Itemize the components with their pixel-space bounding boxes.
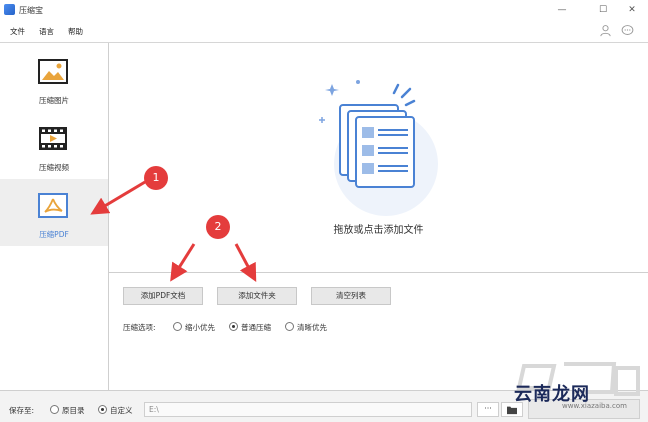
video-icon <box>39 127 67 150</box>
sidebar: 压缩图片 压缩视频 压缩PDF <box>0 43 109 390</box>
compress-options-label: 压缩选项: <box>123 323 156 332</box>
save-path-input[interactable] <box>144 402 472 417</box>
add-files-illustration-icon <box>319 80 438 216</box>
minimize-button[interactable]: — <box>550 2 574 18</box>
menu-language[interactable]: 语言 <box>39 26 54 37</box>
radio-label: 普通压缩 <box>241 323 271 332</box>
app-logo-icon <box>4 4 15 15</box>
radio-label: 原目录 <box>62 406 85 415</box>
annotation-marker-2: 2 <box>206 215 230 239</box>
radio-normal[interactable] <box>229 322 238 331</box>
radio-smaller-first[interactable] <box>173 322 182 331</box>
radio-label: 自定义 <box>110 406 133 415</box>
radio-custom-dir[interactable] <box>98 405 107 414</box>
close-button[interactable]: ✕ <box>620 2 644 18</box>
clear-list-button[interactable]: 清空列表 <box>311 287 391 305</box>
watermark-url: www.xiazaiba.com <box>562 402 627 410</box>
radio-label: 清晰优先 <box>297 323 327 332</box>
maximize-button[interactable]: ☐ <box>591 2 615 18</box>
sidebar-item-compress-pdf[interactable]: 压缩PDF <box>0 179 108 246</box>
sidebar-item-label: 压缩PDF <box>39 230 69 239</box>
radio-label: 缩小优先 <box>185 323 215 332</box>
sidebar-item-label: 压缩图片 <box>39 96 69 105</box>
save-to-label: 保存至: <box>9 406 35 415</box>
sidebar-item-compress-image[interactable]: 压缩图片 <box>0 45 108 112</box>
annotation-marker-1: 1 <box>144 166 168 190</box>
file-drop-area[interactable]: 拖放或点击添加文件 <box>109 43 648 273</box>
user-icon[interactable] <box>599 24 612 37</box>
radio-clarity-first[interactable] <box>285 322 294 331</box>
sidebar-item-label: 压缩视频 <box>39 163 69 172</box>
pdf-icon <box>38 193 68 218</box>
sidebar-item-compress-video[interactable]: 压缩视频 <box>0 112 108 179</box>
chat-icon[interactable] <box>621 24 634 37</box>
drop-hint-text: 拖放或点击添加文件 <box>333 225 424 236</box>
menu-file[interactable]: 文件 <box>10 26 25 37</box>
title-bar: 压缩宝 — ☐ ✕ <box>0 0 648 20</box>
add-folder-button[interactable]: 添加文件夹 <box>217 287 297 305</box>
add-pdf-button[interactable]: 添加PDF文档 <box>123 287 203 305</box>
radio-original-dir[interactable] <box>50 405 59 414</box>
browse-button[interactable]: ··· <box>477 402 499 417</box>
menu-bar: 文件 语言 帮助 <box>0 20 648 43</box>
folder-icon <box>507 406 517 415</box>
window-title: 压缩宝 <box>19 6 43 15</box>
menu-help[interactable]: 帮助 <box>68 26 83 37</box>
image-icon <box>38 59 68 84</box>
